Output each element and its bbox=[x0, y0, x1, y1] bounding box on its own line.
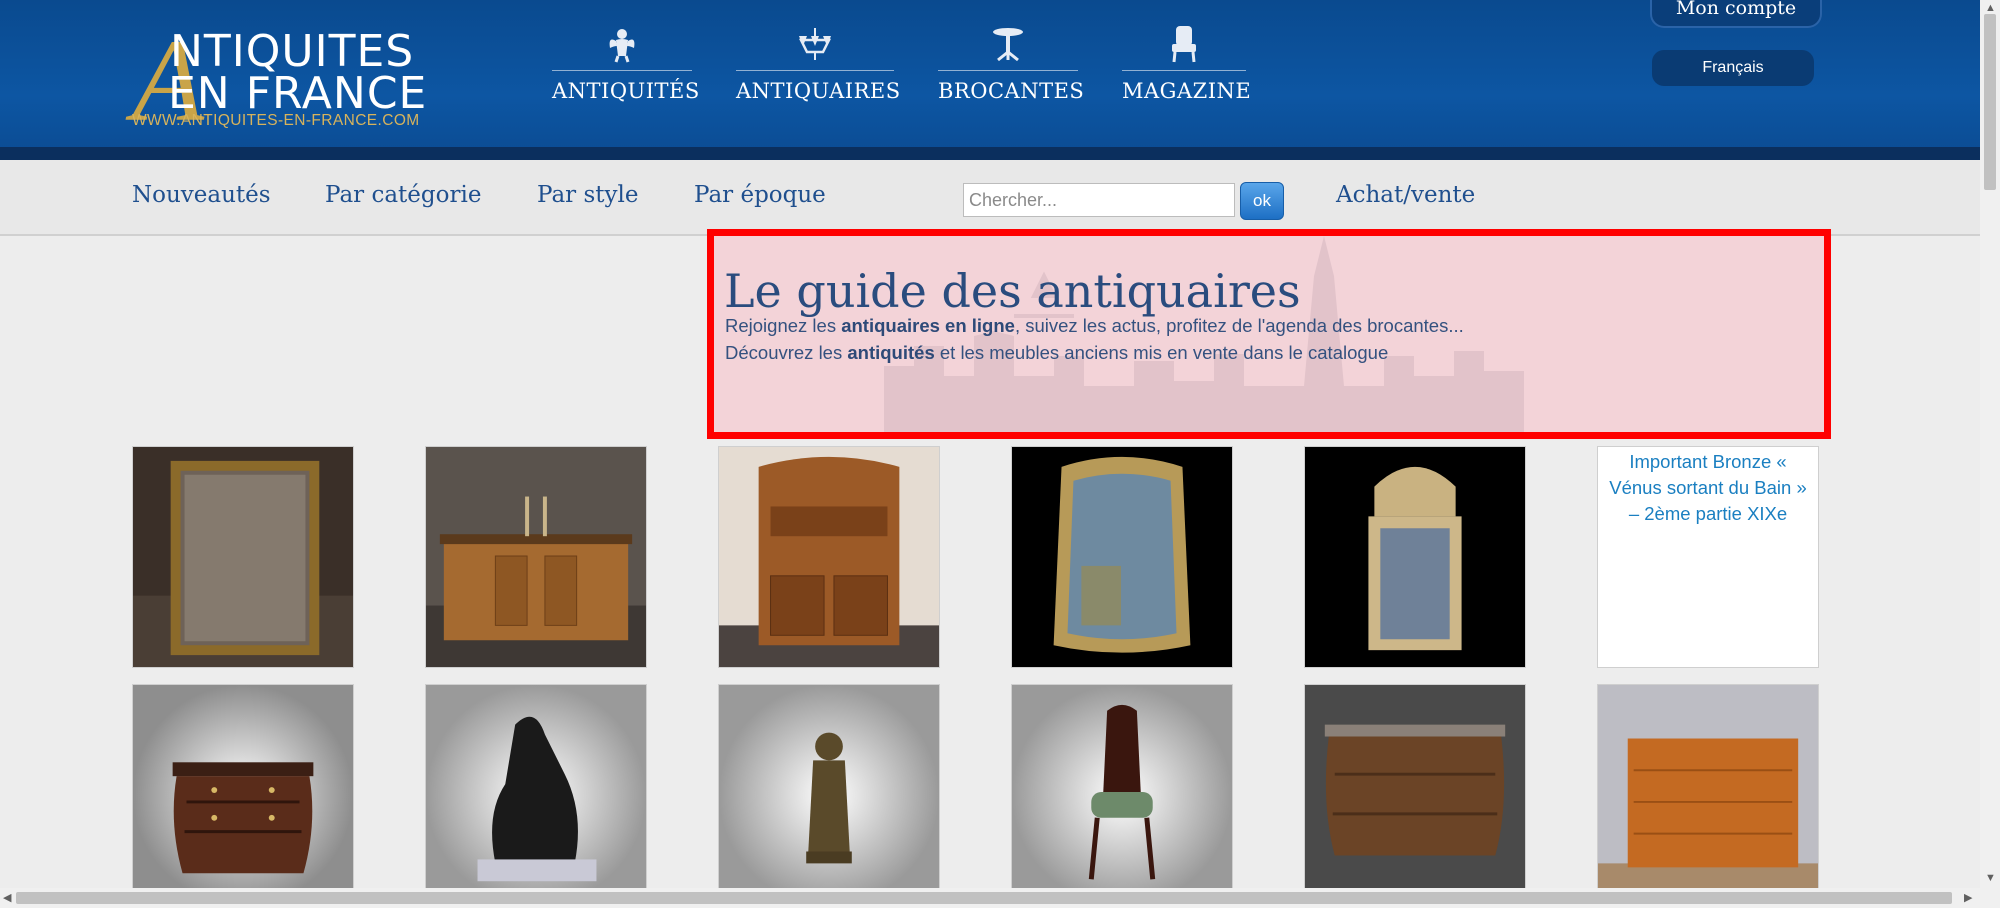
guide-text: Rejoignez les bbox=[725, 315, 842, 336]
rococo-mirror-image bbox=[1012, 447, 1232, 667]
my-account-label: Mon compte bbox=[1675, 0, 1797, 19]
product-tile[interactable] bbox=[425, 446, 647, 668]
nav-par-style[interactable]: Par style bbox=[537, 182, 638, 208]
main-nav-label: BROCANTES bbox=[938, 79, 1085, 103]
product-tile[interactable] bbox=[1011, 446, 1233, 668]
guide-line-2: Découvrez les antiquités et les meubles … bbox=[725, 342, 1388, 364]
broken-image-alt-text: Important Bronze « Vénus sortant du Bain… bbox=[1609, 451, 1807, 524]
commode-image bbox=[133, 685, 353, 905]
site-header: A NTIQUITES EN FRANCE WWW.ANTIQUITES-EN-… bbox=[0, 0, 1980, 160]
product-tile-broken-image[interactable]: Important Bronze « Vénus sortant du Bain… bbox=[1597, 446, 1819, 668]
nav-nouveautes[interactable]: Nouveautés bbox=[132, 182, 271, 208]
pedestal-table-icon bbox=[993, 28, 1023, 62]
cherub-icon bbox=[609, 29, 635, 63]
logo-line-2: EN FRANCE bbox=[168, 68, 428, 119]
vertical-scroll-thumb[interactable] bbox=[1984, 14, 1996, 190]
cherry-wood-chest-image bbox=[1598, 685, 1818, 905]
main-nav-label: ANTIQUITÉS bbox=[552, 79, 700, 103]
guide-title: Le guide des antiquaires bbox=[724, 264, 1301, 318]
art-nouveau-sideboard-image bbox=[719, 447, 939, 667]
horizontal-scrollbar[interactable]: ◀ ▶ bbox=[0, 888, 2000, 908]
product-tile[interactable] bbox=[718, 446, 940, 668]
guide-link-antiquaires[interactable]: antiquaires en ligne bbox=[841, 315, 1015, 336]
product-tile[interactable] bbox=[1011, 684, 1233, 906]
guide-text: Découvrez les bbox=[725, 342, 848, 363]
search-input[interactable] bbox=[963, 183, 1235, 217]
main-nav-divider bbox=[938, 70, 1078, 71]
product-tile[interactable] bbox=[132, 684, 354, 906]
my-account-button[interactable]: Mon compte bbox=[1650, 0, 1822, 28]
search-ok-button[interactable]: ok bbox=[1240, 182, 1284, 220]
product-tile[interactable] bbox=[1597, 684, 1819, 906]
guide-text: , suivez les actus, profitez de l'agenda… bbox=[1014, 315, 1464, 336]
secondary-nav: Nouveautés Par catégorie Par style Par é… bbox=[0, 160, 1980, 236]
gilt-mirror-image bbox=[133, 447, 353, 667]
carved-gilt-mirror-image bbox=[1305, 447, 1525, 667]
header-bottom-strip bbox=[0, 147, 1980, 160]
main-nav-divider bbox=[736, 70, 894, 71]
main-nav-label: ANTIQUAIRES bbox=[736, 79, 901, 103]
main-nav-antiquites[interactable]: ANTIQUITÉS bbox=[552, 24, 700, 108]
nav-par-categorie[interactable]: Par catégorie bbox=[325, 182, 481, 208]
language-selector[interactable]: Français bbox=[1652, 50, 1814, 86]
bronze-group-sculpture-image bbox=[426, 685, 646, 905]
chandelier-icon bbox=[798, 28, 832, 60]
guide-line-1: Rejoignez les antiquaires en ligne, suiv… bbox=[725, 315, 1464, 337]
guide-banner: Le guide des antiquaires Rejoignez les a… bbox=[707, 229, 1831, 439]
scroll-left-icon[interactable]: ◀ bbox=[3, 892, 11, 904]
marble-top-commode-image bbox=[1305, 685, 1525, 905]
main-nav-label: MAGAZINE bbox=[1122, 79, 1252, 103]
wooden-sink-cabinet-image bbox=[426, 447, 646, 667]
main-nav-brocantes[interactable]: BROCANTES bbox=[938, 24, 1085, 108]
scroll-up-icon[interactable]: ▲ bbox=[1985, 2, 1996, 14]
main-nav-divider bbox=[552, 70, 692, 71]
nav-achat-vente[interactable]: Achat/vente bbox=[1336, 182, 1475, 208]
guide-text: et les meubles anciens mis en vente dans… bbox=[934, 342, 1389, 363]
main-nav-magazine[interactable]: MAGAZINE bbox=[1122, 24, 1252, 108]
nav-par-epoque[interactable]: Par époque bbox=[694, 182, 826, 208]
scroll-down-icon[interactable]: ▼ bbox=[1985, 872, 1996, 884]
product-tile[interactable] bbox=[132, 446, 354, 668]
main-nav-antiquaires[interactable]: ANTIQUAIRES bbox=[736, 24, 901, 108]
horizontal-scroll-thumb[interactable] bbox=[16, 892, 1952, 904]
logo-url: WWW.ANTIQUITES-EN-FRANCE.COM bbox=[132, 112, 420, 129]
product-tile[interactable] bbox=[425, 684, 647, 906]
product-tile[interactable] bbox=[1304, 684, 1526, 906]
armchair-icon bbox=[1172, 26, 1196, 63]
bronze-statuette-image bbox=[719, 685, 939, 905]
site-logo[interactable]: A NTIQUITES EN FRANCE WWW.ANTIQUITES-EN-… bbox=[132, 22, 452, 140]
scroll-right-icon[interactable]: ▶ bbox=[1964, 892, 1972, 904]
guide-link-antiquites[interactable]: antiquités bbox=[847, 342, 934, 363]
carved-chair-image bbox=[1012, 685, 1232, 905]
main-nav-divider bbox=[1122, 70, 1246, 71]
product-tile[interactable] bbox=[718, 684, 940, 906]
vertical-scrollbar[interactable]: ▲ ▼ bbox=[1980, 0, 2000, 888]
product-tile[interactable] bbox=[1304, 446, 1526, 668]
